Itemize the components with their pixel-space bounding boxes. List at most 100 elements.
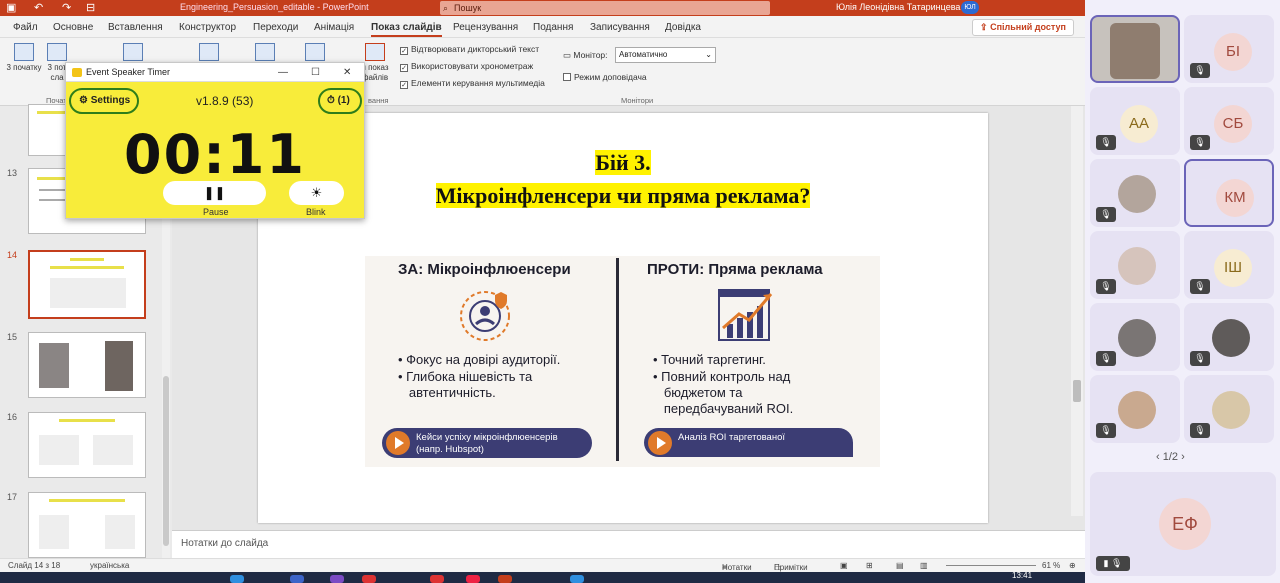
participant-tile-speaking[interactable]: КМ (1184, 159, 1274, 227)
monitor-label-text: Монітор: (573, 50, 608, 60)
chevron-left-icon[interactable]: ‹ (1156, 451, 1163, 463)
participant-tile-large[interactable]: ЕФ ▮ 🎙 (1090, 472, 1276, 576)
tab-view[interactable]: Подання (533, 22, 573, 33)
custom-show-button[interactable] (196, 43, 222, 63)
comparison-image[interactable]: ЗА: Мікроінфлюенсери • Фокус на довірі а… (365, 256, 880, 467)
checkmark-icon: ✓ (400, 81, 408, 89)
app-icon[interactable] (330, 575, 344, 583)
tab-recording[interactable]: Записування (590, 22, 650, 33)
panel-scroll-thumb[interactable] (163, 376, 169, 546)
timer-titlebar[interactable]: Event Speaker Timer — ☐ ✕ (66, 63, 364, 82)
powerpoint-icon[interactable] (498, 575, 512, 583)
participant-tile[interactable]: СБ 🎙 (1184, 87, 1274, 155)
zoom-level[interactable]: 61 % (1042, 561, 1060, 570)
app-icon[interactable] (430, 575, 444, 583)
notes-pane[interactable]: Нотатки до слайда (172, 530, 1085, 558)
slide-thumbnail-15[interactable] (28, 332, 146, 398)
tab-animations[interactable]: Анімація (314, 22, 354, 33)
timer-count-button[interactable]: ⏱ (1) (318, 88, 362, 114)
sorter-view-icon[interactable]: ⊞ (866, 561, 873, 570)
from-start-button[interactable]: 3 початку (6, 43, 42, 73)
participant-tile[interactable]: 🎙 (1184, 303, 1274, 371)
tab-home[interactable]: Основне (53, 22, 93, 33)
present-icon[interactable]: ⊟ (86, 1, 95, 14)
avatar: БІ (1214, 33, 1252, 71)
presenter-view-checkbox[interactable]: Режим доповідача (563, 72, 647, 82)
scroll-thumb[interactable] (1073, 380, 1081, 402)
mic-muted-icon: 🎙 (1096, 423, 1116, 438)
redo-icon[interactable]: ↷ (62, 1, 71, 14)
app-icon[interactable] (290, 575, 304, 583)
mic-muted-icon: 🎙 (1190, 279, 1210, 294)
slide-title-line2: Мікроінфленсери чи пряма реклама? (258, 183, 988, 209)
zoom-slider[interactable] (946, 565, 1036, 566)
participant-tile[interactable]: 🎙 (1090, 303, 1180, 371)
tab-review[interactable]: Рецензування (453, 22, 518, 33)
user-avatar[interactable]: ЮЛ (961, 1, 979, 14)
tab-help[interactable]: Довідка (665, 22, 701, 33)
tab-insert[interactable]: Вставлення (108, 22, 163, 33)
clock: 13:41 (1012, 571, 1033, 580)
slide-thumbnail-16[interactable] (28, 412, 146, 478)
app-icon[interactable] (230, 575, 244, 583)
blink-button[interactable]: ☀ (289, 181, 344, 205)
minimize-icon[interactable]: — (278, 63, 288, 82)
workspace-scrollbar[interactable] (1071, 106, 1083, 516)
tab-file[interactable]: Файл (13, 22, 38, 33)
share-button[interactable]: ⇪ Спільний доступ (972, 19, 1074, 36)
app-icon[interactable] (466, 575, 480, 583)
media-checkbox[interactable]: ✓ Елементи керування мультимедіа (400, 78, 545, 89)
participant-tile[interactable]: БІ 🎙 (1184, 15, 1274, 83)
reading-view-icon[interactable]: ▤ (896, 561, 904, 570)
chevron-right-icon[interactable]: › (1178, 451, 1185, 463)
tab-transitions[interactable]: Переходи (253, 22, 298, 33)
slide-thumbnail-14[interactable] (28, 250, 146, 319)
left-case-button[interactable]: Кейси успіху мікроінфлюенсерів (напр. Hu… (382, 428, 592, 458)
slide-thumbnail-17[interactable] (28, 492, 146, 558)
close-icon[interactable]: ✕ (343, 63, 351, 82)
comments-toggle-label: Примітки (774, 563, 808, 572)
left-bullet-1: • Фокус на довірі аудиторії. (398, 352, 561, 367)
save-icon[interactable]: ▣ (6, 1, 16, 14)
participant-photo (1118, 319, 1156, 357)
participant-tile-presenter[interactable] (1090, 15, 1180, 83)
pause-button[interactable]: ❚❚ (163, 181, 266, 205)
settings-button[interactable]: ⚙ Settings (69, 88, 139, 114)
online-present-button[interactable] (120, 43, 146, 63)
monitor-select[interactable]: Автоматично ⌄ (615, 47, 716, 63)
app-icon[interactable] (362, 575, 376, 583)
maximize-icon[interactable]: ☐ (311, 63, 320, 82)
participant-tile[interactable]: 🎙 (1090, 375, 1180, 443)
rehearse-button[interactable] (302, 43, 328, 63)
hide-slide-button[interactable] (252, 43, 278, 63)
hide-slide-icon (255, 43, 275, 61)
app-icon[interactable] (570, 575, 584, 583)
participant-tile[interactable]: 🎙 (1090, 159, 1180, 227)
participant-tile[interactable]: АА 🎙 (1090, 87, 1180, 155)
narration-checkbox[interactable]: ✓ Відтворювати дикторський текст (400, 44, 539, 55)
slideshow-view-icon[interactable]: ▥ (920, 561, 928, 570)
checkbox-empty (563, 73, 571, 81)
participant-pager[interactable]: ‹ 1/2 › (1156, 451, 1185, 463)
setup-show-label: и показ файлів (361, 63, 389, 82)
normal-view-icon[interactable]: ▣ (840, 561, 848, 570)
timings-label: Використовувати хронометраж (411, 61, 534, 71)
monitor-label: ▭ Монітор: (563, 50, 608, 61)
right-pill-label: Аналіз ROI таргетованої (678, 432, 786, 443)
undo-icon[interactable]: ↶ (34, 1, 43, 14)
play-icon (386, 431, 410, 455)
slide-canvas[interactable]: Бій 3. Мікроінфленсери чи пряма реклама?… (258, 113, 988, 523)
fit-slide-icon[interactable]: ⊕ (1069, 561, 1076, 570)
participant-tile[interactable]: 🎙 (1184, 375, 1274, 443)
timings-checkbox[interactable]: ✓ Використовувати хронометраж (400, 61, 533, 72)
language-indicator[interactable]: українська (90, 561, 129, 570)
tab-slideshow[interactable]: Показ слайдів (371, 22, 442, 37)
right-roi-button[interactable]: Аналіз ROI таргетованої (644, 428, 853, 457)
tab-design[interactable]: Конструктор (179, 22, 236, 33)
window-title: Engineering_Persuasion_editable - PowerP… (180, 2, 369, 12)
participant-tile[interactable]: ІШ 🎙 (1184, 231, 1274, 299)
search-box[interactable]: ⌕ Пошук (440, 1, 770, 15)
participant-tile[interactable]: 🎙 (1090, 231, 1180, 299)
timer-window[interactable]: Event Speaker Timer — ☐ ✕ ⚙ Settings v1.… (65, 62, 365, 219)
group-monitors-label: Монітори (621, 96, 654, 105)
